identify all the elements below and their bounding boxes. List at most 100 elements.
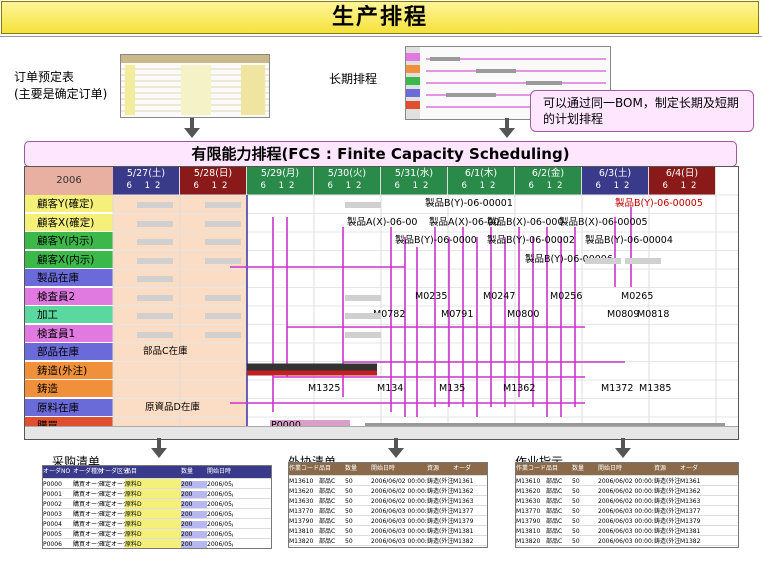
table-row[interactable]: M13790 部品C 50 2006/06/03 00:00:00鋳造(外注)M137… <box>516 516 738 526</box>
table-row[interactable]: M13810 部品C 50 2006/06/03 00:00:00鋳造(外注)M138… <box>289 526 487 536</box>
table-row[interactable]: M13820部品C502006/06/03 00:00:00鋳造(外注)M138… <box>289 536 487 546</box>
table-row[interactable]: M13770 部品C 50 2006/06/03 00:00:00鋳造(外注)M137… <box>289 506 487 516</box>
gantt-job-label[interactable]: M0265 <box>621 291 653 303</box>
gantt-job-label[interactable]: 製品B(X)-06-00005 <box>559 217 648 229</box>
gantt-bar <box>137 276 173 282</box>
gantt-job-label[interactable]: 製品B(Y)-06-00005 <box>615 198 703 210</box>
gantt-job-label[interactable]: 製品B(Y)-06-00004 <box>585 235 673 247</box>
gantt-job-label[interactable]: 部品C在庫 <box>143 346 188 358</box>
table-row[interactable]: P0004 購買オーダ確定オーダ原料D2002006/05/30 00:00:0 <box>43 519 271 529</box>
table-row[interactable]: M13850部品C502006/06/04 00:00:00鋳造(外注)M138… <box>516 546 738 547</box>
gantt-job-label[interactable]: M0791 <box>441 309 473 321</box>
gantt-job-label[interactable]: M1325 <box>308 383 340 395</box>
table-row[interactable]: P0001 購買オーダ確定オーダ原料D2002006/05/29 00:00:0 <box>43 489 271 499</box>
table-row[interactable]: M13790 部品C 50 2006/06/03 00:00:00鋳造(外注)M137… <box>289 516 487 526</box>
gantt-job-label[interactable]: 製品B(Y)-06-00002 <box>487 235 575 247</box>
table-cell: 鋳造(外注) <box>654 546 680 547</box>
resource-row-label: 加工 <box>25 306 113 324</box>
gantt-bar <box>345 331 381 338</box>
date-header-cell: 5/28(日) 6 12 18 <box>180 167 247 204</box>
table-row[interactable]: P0006 購買オーダ確定オーダ原料D2002006/05/30 19:55:0 <box>43 539 271 548</box>
table-cell: 原料D <box>125 539 181 548</box>
table-cell: M1362 <box>453 488 474 495</box>
date-header-cell: 6/2(金) 6 12 18 <box>515 167 582 204</box>
gantt-job-label[interactable]: 製品B(Y)-06-00001 <box>425 198 513 210</box>
table-cell: M1361 <box>453 478 474 485</box>
resource-row-label: 検査員2 <box>25 287 113 306</box>
table-cell: 購買オーダ <box>73 511 99 518</box>
outsource-table: 作業コード品目 数量 開始日時 資源 オーダ M13610 部品C 50 2006/06/02 … <box>288 462 488 548</box>
casting-block <box>247 363 377 371</box>
gantt-job-label[interactable]: M0809 <box>607 309 639 321</box>
table-cell: 50 <box>345 518 353 525</box>
table-row[interactable]: M13630 部品C 50 2006/06/02 00:00:00鋳造(外注)M136… <box>516 496 738 506</box>
table-row[interactable]: M13610 部品C 50 2006/06/02 00:00:00鋳造(外注)M136… <box>289 476 487 486</box>
gantt-job-label[interactable]: 原資品D在庫 <box>145 402 200 414</box>
table-header: オーダNO オーダ種別オーダ区分品目 数量 開始日時 <box>43 466 271 479</box>
table-header-cell: 資源 <box>654 465 667 472</box>
gantt-job-label[interactable]: M0247 <box>483 291 515 303</box>
gantt-job-label[interactable]: M0800 <box>507 309 539 321</box>
table-row[interactable]: M13810 部品C 50 2006/06/03 00:00:00鋳造(外注)M138… <box>516 526 738 536</box>
table-cell: M1379 <box>453 518 474 525</box>
gantt-bar <box>205 313 241 319</box>
table-cell: 50 <box>345 508 353 515</box>
table-cell: P0003 <box>43 511 62 518</box>
table-cell: 確定オーダ <box>99 501 125 508</box>
horizontal-scrollbar[interactable] <box>25 426 738 439</box>
table-row[interactable]: M13620 部品C 50 2006/06/02 00:00:00鋳造(外注)M136… <box>516 486 738 496</box>
gantt-job-label[interactable]: M0818 <box>637 309 669 321</box>
table-header-cell: 数量 <box>572 465 585 472</box>
table-row[interactable]: P0002 購買オーダ確定オーダ原料D2002006/05/29 00:00:0 <box>43 499 271 509</box>
table-cell: 部品C <box>546 518 563 525</box>
gantt-job-label[interactable]: M1362 <box>503 383 535 395</box>
gantt-job-label[interactable]: M135 <box>439 383 465 395</box>
gantt-bar <box>205 239 241 245</box>
table-cell: 50 <box>572 518 580 525</box>
table-cell: 鋳造(外注) <box>427 538 453 545</box>
table-header-cell: 作業コード <box>516 465 547 472</box>
gantt-job-label[interactable]: M0235 <box>415 291 447 303</box>
resource-row-label: 顧客Y(確定) <box>25 195 113 213</box>
table-row[interactable]: M13770 部品C 50 2006/06/03 00:00:00鋳造(外注)M137… <box>516 506 738 516</box>
gantt-job-label[interactable]: 製品A(X)-06-00 <box>347 217 417 229</box>
table-row[interactable]: M13820部品C502006/06/03 00:00:00鋳造(外注)M138… <box>516 536 738 546</box>
down-arrow-icon <box>184 128 200 138</box>
purchase-table: オーダNOオーダ種別オーダ区分品目数量開始日時P0000購買オーダ確定オーダ原料… <box>42 465 272 549</box>
date-label: 5/30(火) <box>327 168 367 179</box>
table-cell: M1381 <box>680 528 701 535</box>
table-cell: 50 <box>345 528 353 535</box>
table-cell: 2006/06/03 00:00:00 <box>598 528 654 535</box>
table-cell: M1382 <box>453 538 474 545</box>
gantt-job-label[interactable]: M1372 <box>601 383 633 395</box>
date-label: 6/2(金) <box>531 168 565 179</box>
table-cell: 確定オーダ <box>99 491 125 498</box>
hour-ticks: 6 12 18 <box>528 181 568 204</box>
table-cell: P0004 <box>43 521 62 528</box>
gantt-job-label[interactable]: M1385 <box>639 383 671 395</box>
table-cell: M13810 <box>289 528 314 535</box>
table-row[interactable]: P0003 購買オーダ確定オーダ原料D2002006/05/29 19:55:0 <box>43 509 271 519</box>
gantt-job-label[interactable]: M134 <box>377 383 403 395</box>
table-row[interactable]: M13610 部品C 50 2006/06/02 00:00:00鋳造(外注)M136… <box>516 476 738 486</box>
gantt-job-label[interactable]: M0256 <box>550 291 582 303</box>
table-cell: M13610 <box>289 478 314 485</box>
table-cell: 原料D <box>125 519 181 528</box>
gantt-job-label[interactable]: 製品B(X)-06-000 <box>487 217 564 229</box>
table-row[interactable]: M13620 部品C 50 2006/06/02 00:00:00鋳造(外注)M136… <box>289 486 487 496</box>
resource-row-label: 製品在庫 <box>25 269 113 287</box>
table-row[interactable]: P0005 購買オーダ確定オーダ原料D2002006/05/30 00:00:0 <box>43 529 271 539</box>
date-label: 5/28(日) <box>193 168 233 179</box>
table-header: 作業コード品目 数量 開始日時 資源 オーダ <box>289 463 487 476</box>
table-row[interactable]: M13850部品C502006/06/04 00:00:00鋳造(外注)M138… <box>289 546 487 547</box>
gantt-job-label[interactable]: 製品B(Y)-06-0000 <box>395 235 477 247</box>
table-cell: M1377 <box>680 508 701 515</box>
date-header-cell: 6/4(日) 6 12 18 <box>649 167 716 204</box>
table-header-cell: 数量 <box>181 468 194 475</box>
gantt-bar <box>137 313 173 319</box>
table-cell: 50 <box>345 488 353 495</box>
table-row[interactable]: P0000 購買オーダ確定オーダ原料D2002006/05/29 00:00:0 <box>43 479 271 489</box>
table-cell: 2006/05/30 00:00:0 <box>207 531 233 538</box>
table-row[interactable]: M13630 部品C 50 2006/06/02 00:00:00鋳造(外注)M136… <box>289 496 487 506</box>
table-cell: 購買オーダ <box>73 541 99 548</box>
